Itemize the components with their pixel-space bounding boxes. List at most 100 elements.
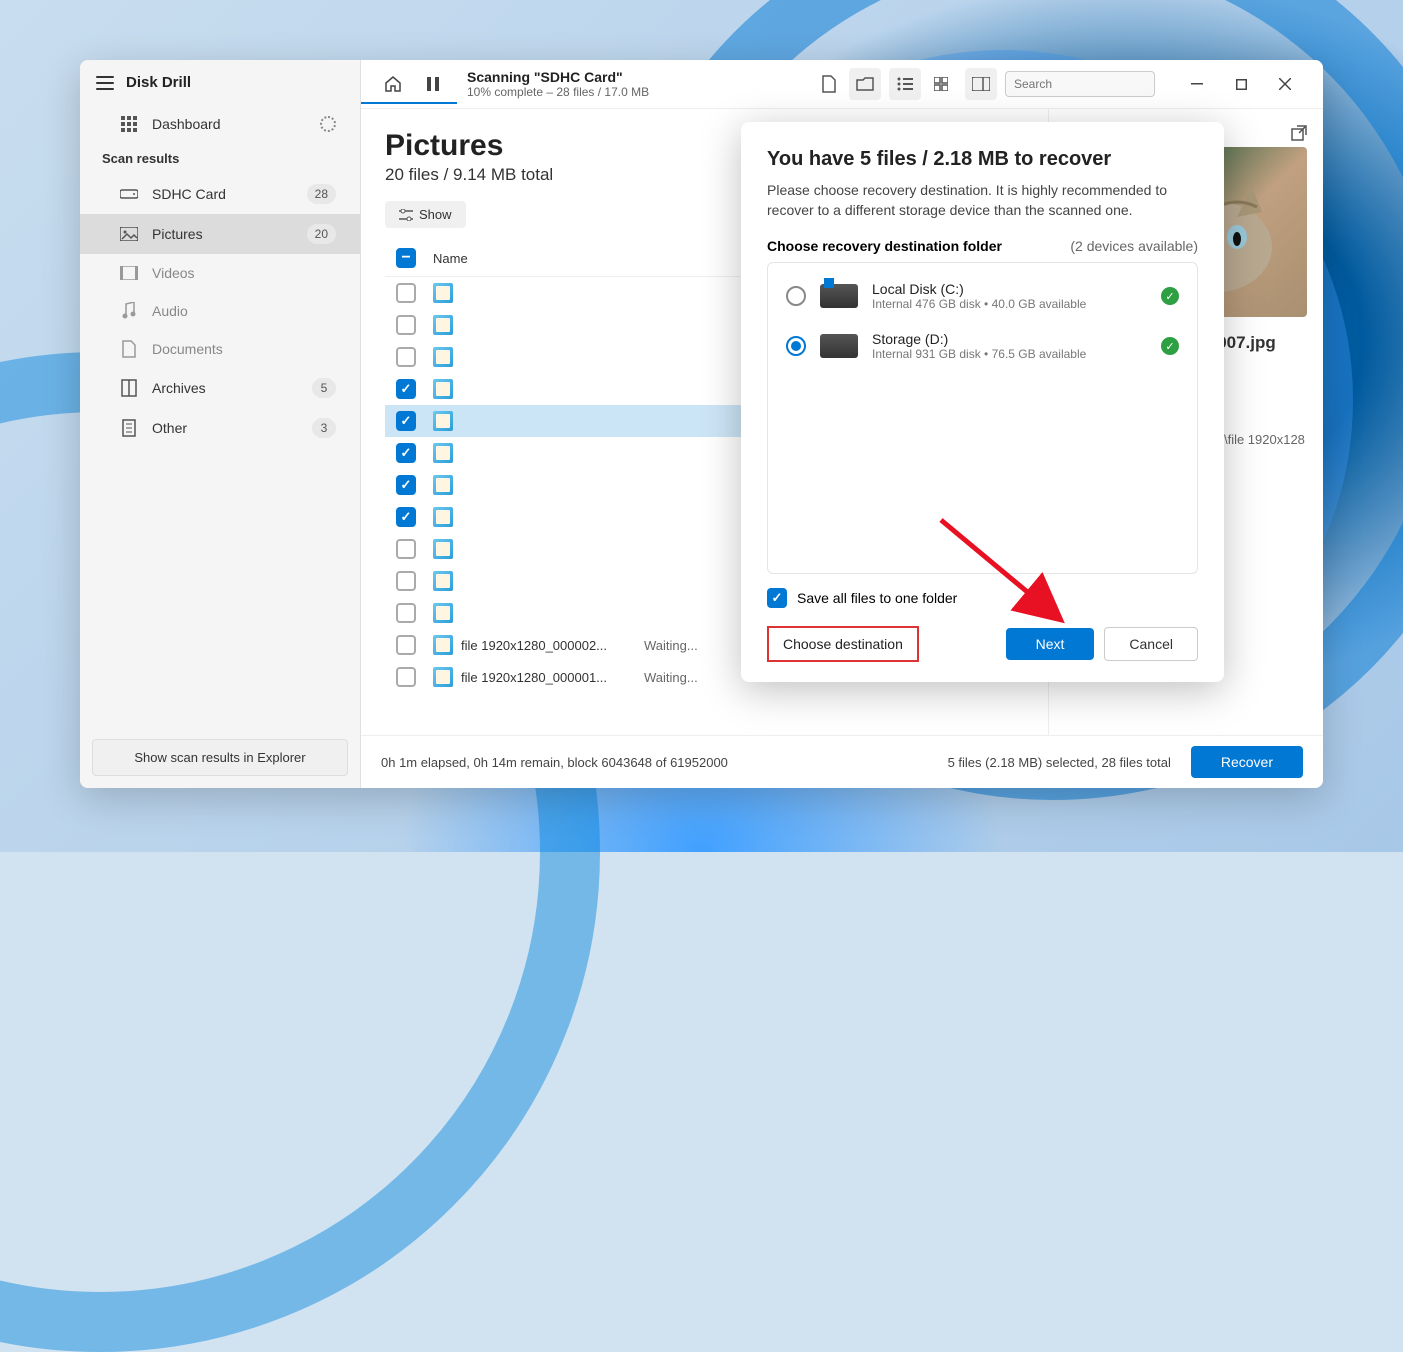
row-checkbox[interactable] <box>396 507 416 527</box>
audio-icon <box>120 302 138 320</box>
sidebar: Disk Drill Dashboard Scan results SDHC C… <box>80 60 361 788</box>
badge: 3 <box>312 418 336 438</box>
toolbar: Scanning "SDHC Card" 10% complete – 28 f… <box>361 60 1323 109</box>
sidebar-item-label: SDHC Card <box>152 186 226 202</box>
cancel-button[interactable]: Cancel <box>1104 627 1198 661</box>
sidebar-item-audio[interactable]: Audio <box>80 292 360 330</box>
select-all-checkbox[interactable] <box>396 248 416 268</box>
next-button[interactable]: Next <box>1006 628 1095 660</box>
image-file-icon <box>433 603 453 623</box>
image-file-icon <box>433 411 453 431</box>
check-ok-icon: ✓ <box>1161 287 1179 305</box>
sidebar-item-documents[interactable]: Documents <box>80 330 360 368</box>
image-file-icon <box>433 379 453 399</box>
list-view-button[interactable] <box>889 68 921 100</box>
videos-icon <box>120 264 138 282</box>
image-file-icon <box>433 347 453 367</box>
pause-button[interactable] <box>417 68 449 100</box>
file-name: file 1920x1280_000001... <box>461 670 607 685</box>
minimize-button[interactable] <box>1175 69 1219 99</box>
sidebar-item-label: Pictures <box>152 226 203 242</box>
badge: 20 <box>307 224 336 244</box>
modal-description: Please choose recovery destination. It i… <box>767 181 1198 220</box>
image-file-icon <box>433 635 453 655</box>
sidebar-item-label: Other <box>152 420 187 436</box>
modal-title: You have 5 files / 2.18 MB to recover <box>767 148 1198 171</box>
image-file-icon <box>433 475 453 495</box>
sidebar-item-label: Archives <box>152 380 206 396</box>
sidebar-section-label: Scan results <box>80 143 360 174</box>
check-ok-icon: ✓ <box>1161 337 1179 355</box>
device-name: Storage (D:) <box>872 331 1147 347</box>
device-row-local-disk[interactable]: Local Disk (C:) Internal 476 GB disk • 4… <box>768 271 1197 321</box>
sidebar-item-sdhc[interactable]: SDHC Card 28 <box>80 174 360 214</box>
device-row-storage[interactable]: Storage (D:) Internal 931 GB disk • 76.5… <box>768 321 1197 371</box>
sidebar-item-label: Audio <box>152 303 188 319</box>
file-icon-button[interactable] <box>813 68 845 100</box>
grid-view-button[interactable] <box>925 68 957 100</box>
recover-button[interactable]: Recover <box>1191 746 1303 778</box>
sidebar-item-pictures[interactable]: Pictures 20 <box>80 214 360 254</box>
save-one-folder-label: Save all files to one folder <box>797 590 957 606</box>
choose-destination-button[interactable]: Choose destination <box>767 626 919 662</box>
image-file-icon <box>433 667 453 687</box>
image-file-icon <box>433 283 453 303</box>
popout-icon[interactable] <box>1291 125 1307 141</box>
sidebar-item-other[interactable]: Other 3 <box>80 408 360 448</box>
maximize-button[interactable] <box>1219 69 1263 99</box>
row-checkbox[interactable] <box>396 315 416 335</box>
pictures-icon <box>120 225 138 243</box>
main-panel: Scanning "SDHC Card" 10% complete – 28 f… <box>361 60 1323 788</box>
close-button[interactable] <box>1263 69 1307 99</box>
scan-title: Scanning "SDHC Card" <box>467 69 805 85</box>
drive-icon <box>820 284 858 308</box>
row-checkbox[interactable] <box>396 347 416 367</box>
sliders-icon <box>399 209 413 221</box>
image-file-icon <box>433 571 453 591</box>
sidebar-item-dashboard[interactable]: Dashboard <box>80 105 360 143</box>
row-checkbox[interactable] <box>396 411 416 431</box>
row-checkbox[interactable] <box>396 667 416 687</box>
status-elapsed: 0h 1m elapsed, 0h 14m remain, block 6043… <box>381 755 728 770</box>
search-input[interactable] <box>1014 77 1169 91</box>
radio-button[interactable] <box>786 336 806 356</box>
row-checkbox[interactable] <box>396 539 416 559</box>
row-checkbox[interactable] <box>396 603 416 623</box>
image-file-icon <box>433 507 453 527</box>
show-filter-button[interactable]: Show <box>385 201 466 228</box>
app-window: Disk Drill Dashboard Scan results SDHC C… <box>80 60 1323 788</box>
device-list: Local Disk (C:) Internal 476 GB disk • 4… <box>767 262 1198 574</box>
radio-button[interactable] <box>786 286 806 306</box>
folder-icon-button[interactable] <box>849 68 881 100</box>
sidebar-item-archives[interactable]: Archives 5 <box>80 368 360 408</box>
show-in-explorer-button[interactable]: Show scan results in Explorer <box>92 739 348 776</box>
row-checkbox[interactable] <box>396 443 416 463</box>
save-one-folder-checkbox[interactable] <box>767 588 787 608</box>
file-name: file 1920x1280_000002... <box>461 638 607 653</box>
hamburger-icon[interactable] <box>96 76 114 90</box>
row-checkbox[interactable] <box>396 283 416 303</box>
scan-subtitle: 10% complete – 28 files / 17.0 MB <box>467 85 805 99</box>
search-box[interactable] <box>1005 71 1155 97</box>
split-view-button[interactable] <box>965 68 997 100</box>
device-sub: Internal 931 GB disk • 76.5 GB available <box>872 347 1147 361</box>
row-checkbox[interactable] <box>396 475 416 495</box>
status-selection: 5 files (2.18 MB) selected, 28 files tot… <box>948 755 1171 770</box>
scan-progress-bar <box>361 102 457 104</box>
sidebar-item-label: Dashboard <box>152 116 221 132</box>
image-file-icon <box>433 539 453 559</box>
row-checkbox[interactable] <box>396 379 416 399</box>
sidebar-item-label: Videos <box>152 265 195 281</box>
grid-icon <box>120 115 138 133</box>
device-name: Local Disk (C:) <box>872 281 1147 297</box>
image-file-icon <box>433 443 453 463</box>
device-sub: Internal 476 GB disk • 40.0 GB available <box>872 297 1147 311</box>
home-button[interactable] <box>377 68 409 100</box>
sidebar-item-label: Documents <box>152 341 223 357</box>
row-checkbox[interactable] <box>396 571 416 591</box>
modal-devices-count: (2 devices available) <box>1070 238 1198 254</box>
row-checkbox[interactable] <box>396 635 416 655</box>
sidebar-item-videos[interactable]: Videos <box>80 254 360 292</box>
badge: 5 <box>312 378 336 398</box>
drive-icon <box>820 334 858 358</box>
